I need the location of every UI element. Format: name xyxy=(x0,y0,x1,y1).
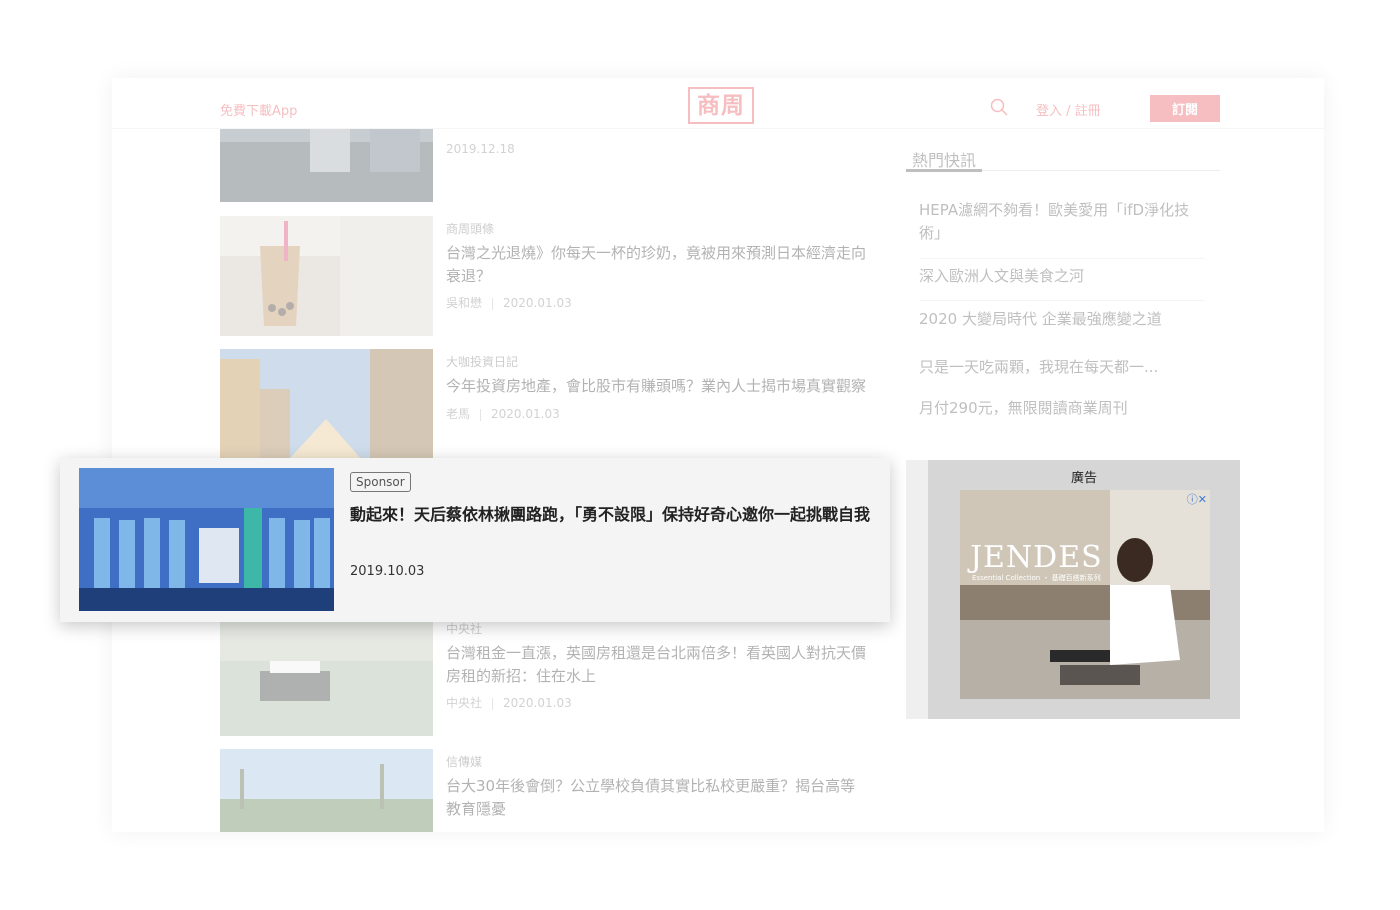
ad-label: 廣告 xyxy=(1070,471,1097,486)
site-header: 免費下載App 商周 登入 / 註冊 訂閱 xyxy=(112,78,1324,129)
article-meta: 吳和懋 2020.01.03 xyxy=(446,294,572,311)
article-title[interactable]: 台灣租金一直漲，英國房租還是台北兩倍多！看英國人對抗天價房租的新招：住在水上 xyxy=(446,642,870,688)
ad-banner-image[interactable]: JENDES Essential Collection ・ 基礎百搭新系列 ⓘ✕ xyxy=(960,490,1210,699)
site-logo[interactable]: 商周 xyxy=(688,87,754,124)
ad-box: 廣告 JENDES Essential Collection ・ 基礎百搭新系列… xyxy=(928,460,1240,719)
article-category[interactable]: 大咖投資日記 xyxy=(446,353,518,370)
article-thumbnail[interactable] xyxy=(220,216,433,336)
article-thumbnail[interactable] xyxy=(220,349,433,469)
divider xyxy=(919,258,1205,259)
article-date: 2020.01.03 xyxy=(503,296,572,310)
article-thumbnail[interactable] xyxy=(220,616,433,736)
sponsored-title[interactable]: 動起來！天后蔡依林揪團路跑，「勇不設限」保持好奇心邀你一起挑戰自我 xyxy=(350,501,870,528)
article-thumbnail[interactable] xyxy=(220,749,433,832)
article-category[interactable]: 中央社 xyxy=(446,620,482,637)
article-date: 2020.01.03 xyxy=(503,696,572,710)
ad-subtitle: Essential Collection ・ 基礎百搭新系列 xyxy=(972,574,1101,582)
ad-close-icon[interactable]: ⓘ✕ xyxy=(1187,491,1207,507)
article-category[interactable]: 商周頭條 xyxy=(446,220,494,237)
app-download-link[interactable]: 免費下載App xyxy=(220,100,297,119)
ad-brand-text: JENDES xyxy=(970,540,1103,575)
sponsored-article-card[interactable]: Sponsor 動起來！天后蔡依林揪團路跑，「勇不設限」保持好奇心邀你一起挑戰自… xyxy=(60,458,890,622)
article-meta: 老馬 2020.01.03 xyxy=(446,405,560,422)
sponsored-thumbnail[interactable] xyxy=(79,468,334,611)
divider xyxy=(919,300,1205,301)
article-date: 2019.12.18 xyxy=(446,142,515,156)
hot-news-item[interactable]: 月付290元，無限閱讀商業周刊 xyxy=(919,397,1199,420)
hot-news-item[interactable]: HEPA濾網不夠看！歐美愛用「ifD淨化技術」 xyxy=(919,199,1199,245)
search-icon[interactable] xyxy=(990,98,1008,116)
article-author: 老馬 xyxy=(446,407,471,421)
article-title[interactable]: 台大30年後會倒？公立學校負債其實比私校更嚴重？揭台高等教育隱憂 xyxy=(446,775,870,821)
hot-news-item[interactable]: 深入歐洲人文與美食之河 xyxy=(919,265,1199,288)
article-author: 吳和懋 xyxy=(446,296,483,310)
list-item[interactable]: 商周頭條 台灣之光退燒》你每天一杯的珍奶，竟被用來預測日本經濟走向衰退？ 吳和懋… xyxy=(220,216,870,336)
list-item[interactable]: 信傳媒 台大30年後會倒？公立學校負債其實比私校更嚴重？揭台高等教育隱憂 xyxy=(220,749,870,832)
hot-news-divider xyxy=(906,169,1220,172)
article-date: 2020.01.03 xyxy=(491,407,560,421)
sponsored-date: 2019.10.03 xyxy=(350,564,425,579)
hot-news-item[interactable]: 只是一天吃兩顆，我現在每天都一... xyxy=(919,356,1199,379)
article-meta: 中央社 2020.01.03 xyxy=(446,694,572,711)
hot-news-heading: 熱門快訊 xyxy=(912,151,977,170)
article-title[interactable]: 今年投資房地產，會比股市有賺頭嗎？業內人士揭市場真實觀察 xyxy=(446,375,870,398)
article-title[interactable]: 台灣之光退燒》你每天一杯的珍奶，竟被用來預測日本經濟走向衰退？ xyxy=(446,242,870,288)
ad-margin xyxy=(906,460,928,719)
article-category[interactable]: 信傳媒 xyxy=(446,753,482,770)
login-register-link[interactable]: 登入 / 註冊 xyxy=(1036,100,1101,119)
article-meta: 2019.12.18 xyxy=(446,142,515,156)
hot-news-item[interactable]: 2020 大變局時代 企業最強應變之道 xyxy=(919,308,1199,331)
list-item[interactable]: 中央社 台灣租金一直漲，英國房租還是台北兩倍多！看英國人對抗天價房租的新招：住在… xyxy=(220,616,870,736)
list-item[interactable]: 大咖投資日記 今年投資房地產，會比股市有賺頭嗎？業內人士揭市場真實觀察 老馬 20… xyxy=(220,349,870,469)
article-author: 中央社 xyxy=(446,696,483,710)
subscribe-button[interactable]: 訂閱 xyxy=(1150,95,1220,122)
sponsor-badge: Sponsor xyxy=(350,472,411,492)
